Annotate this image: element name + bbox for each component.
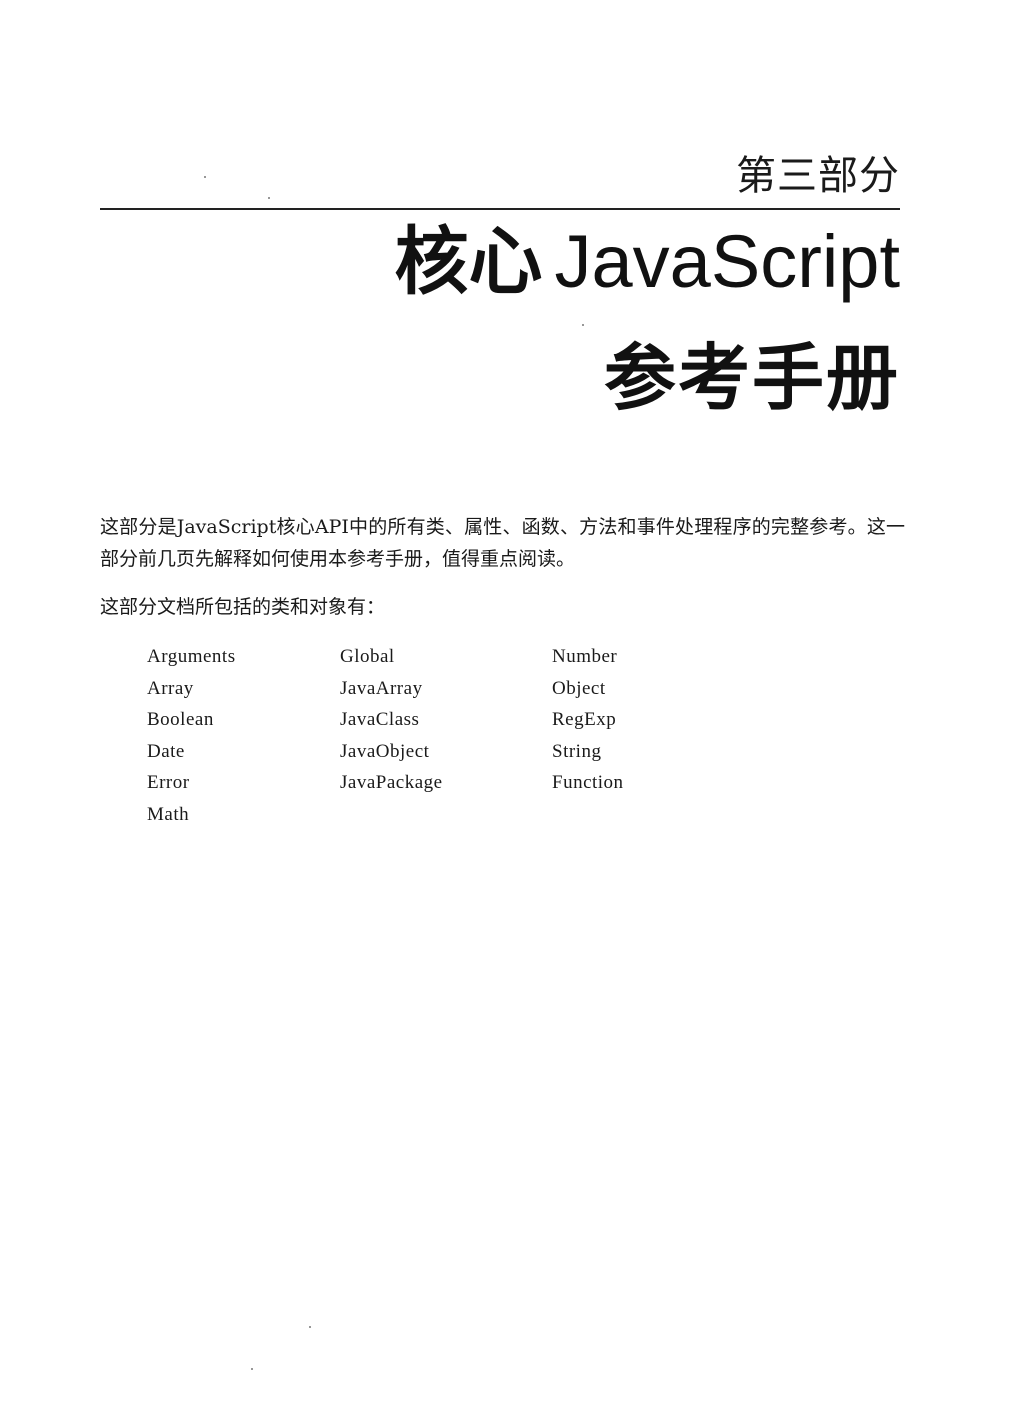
scan-speck — [268, 197, 270, 199]
class-item: Object — [552, 677, 606, 699]
class-item: Math — [147, 803, 190, 825]
class-item: Date — [147, 740, 185, 762]
class-item: Array — [147, 677, 194, 699]
page-subtitle: 参考手册 — [603, 336, 900, 420]
class-item: Function — [552, 772, 624, 794]
scan-speck — [582, 324, 584, 326]
class-item: JavaClass — [340, 709, 420, 731]
class-item: RegExp — [552, 709, 617, 731]
class-item: Boolean — [147, 709, 214, 731]
part-label: 第三部分 — [736, 153, 900, 199]
title-chinese: 核心 — [394, 219, 543, 305]
class-list-heading: 这部分文档所包括的类和对象有： — [100, 596, 386, 618]
header-rule — [100, 208, 900, 210]
class-column-3: Number Object RegExp String Function — [552, 641, 624, 799]
class-item: Arguments — [147, 646, 236, 667]
class-item: Error — [147, 772, 190, 794]
page-title: 核心 JavaScript — [395, 225, 900, 300]
class-item: String — [552, 740, 602, 762]
class-column-1: Arguments Array Boolean Date Error Math — [147, 641, 236, 831]
title-english: JavaScript — [554, 220, 900, 303]
class-column-2: Global JavaArray JavaClass JavaObject Ja… — [340, 641, 443, 799]
class-item: JavaArray — [340, 677, 423, 699]
class-item: Global — [340, 646, 395, 667]
scan-speck — [204, 176, 206, 178]
class-item: JavaObject — [340, 740, 430, 762]
scan-speck — [251, 1368, 253, 1370]
class-item: JavaPackage — [340, 772, 443, 794]
scan-speck — [309, 1326, 311, 1328]
intro-paragraph: 这部分是JavaScript核心API中的所有类、属性、函数、方法和事件处理程序… — [100, 516, 905, 570]
class-item: Number — [552, 646, 618, 667]
